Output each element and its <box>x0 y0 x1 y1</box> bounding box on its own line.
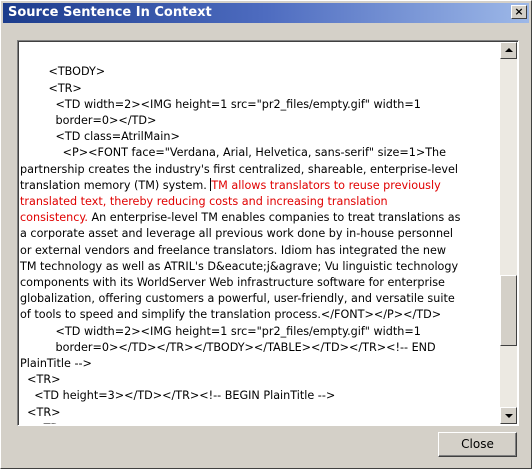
source-line-text: or external vendors and freelance transl… <box>20 243 447 257</box>
source-line-text: border=0></TD></TR></TBODY></TABLE></TD>… <box>20 340 436 354</box>
source-line-text: partnership creates the industry's first… <box>20 162 458 176</box>
source-line-text: <TBODY> <box>20 65 106 79</box>
source-line-text: <TD height=3></TD></TR><!-- BEGIN PlainT… <box>20 389 336 403</box>
scroll-thumb[interactable] <box>500 275 517 346</box>
source-line-text: components with its WorldServer Web infr… <box>20 276 445 290</box>
source-line-text: <TD> <box>20 422 68 424</box>
source-line: TM technology as well as ATRIL's D&eacut… <box>20 259 501 275</box>
source-line-text: border=0></TD> <box>20 114 157 128</box>
source-line-text: PlainTitle --> <box>20 357 92 371</box>
source-line: of tools to speed and simplify the trans… <box>20 307 501 323</box>
source-line-text: An enterprise-level TM enables companies… <box>87 211 461 225</box>
arrow-down-icon <box>505 414 513 418</box>
source-line: border=0></TD></TR></TBODY></TABLE></TD>… <box>20 340 501 356</box>
source-line: consistency. An enterprise-level TM enab… <box>20 210 501 226</box>
vertical-scrollbar[interactable] <box>500 42 517 424</box>
source-line-text: <TD width=2><IMG height=1 src="pr2_files… <box>20 324 421 338</box>
source-line: <P><FONT face="Verdana, Arial, Helvetica… <box>20 145 501 161</box>
source-line: <TD width=2><IMG height=1 src="pr2_files… <box>20 97 501 113</box>
source-text-lines: <TBODY> <TR> <TD width=2><IMG height=1 s… <box>20 64 501 424</box>
source-line: <TBODY> <box>20 64 501 80</box>
source-line: <TR> <box>20 372 501 388</box>
close-button[interactable]: Close <box>438 432 517 457</box>
source-sentence-highlight: TM allows translators to reuse previousl… <box>211 178 441 192</box>
scroll-up-button[interactable] <box>500 42 517 59</box>
source-line-text: TM technology as well as ATRIL's D&eacut… <box>20 259 459 273</box>
source-line: a corporate asset and leverage all previ… <box>20 226 501 242</box>
source-line: <TR> <box>20 405 501 421</box>
source-line: partnership creates the industry's first… <box>20 162 501 178</box>
source-sentence-highlight: consistency. <box>20 211 88 225</box>
source-line-text: <TR> <box>20 81 82 95</box>
source-text-area[interactable]: <TBODY> <TR> <TD width=2><IMG height=1 s… <box>19 42 501 424</box>
source-line: <TD class=AtrilMain> <box>20 129 501 145</box>
source-line: globalization, offering customers a powe… <box>20 291 501 307</box>
source-line: or external vendors and freelance transl… <box>20 243 501 259</box>
source-line: translation memory (TM) system. TM allow… <box>20 177 501 194</box>
source-line: <TD height=3></TD></TR><!-- BEGIN PlainT… <box>20 388 501 404</box>
source-line-text: <TR> <box>20 405 61 419</box>
source-line: border=0></TD> <box>20 113 501 129</box>
source-line-text: <TD class=AtrilMain> <box>20 130 180 144</box>
source-line: <TD width=2><IMG height=1 src="pr2_files… <box>20 324 501 340</box>
source-line-text: <P><FONT face="Verdana, Arial, Helvetica… <box>20 146 446 160</box>
window-title: Source Sentence In Context <box>8 5 212 20</box>
source-line-text: of tools to speed and simplify the trans… <box>20 308 442 322</box>
source-line-text: <TD width=2><IMG height=1 src="pr2_files… <box>20 97 421 111</box>
source-line-text: <TR> <box>20 373 61 387</box>
arrow-up-icon <box>505 48 513 52</box>
source-line: <TD> <box>20 421 501 424</box>
dialog-window: Source Sentence In Context × <TBODY> <TR… <box>0 0 532 469</box>
close-icon[interactable]: × <box>511 5 527 19</box>
source-line-text: translation memory (TM) system. <box>20 178 211 192</box>
source-line: translated text, thereby reducing costs … <box>20 194 501 210</box>
source-sentence-highlight: translated text, thereby reducing costs … <box>20 195 388 209</box>
source-context-textbox[interactable]: <TBODY> <TR> <TD width=2><IMG height=1 s… <box>17 40 519 426</box>
source-line: <TR> <box>20 81 501 97</box>
scroll-down-button[interactable] <box>500 407 517 424</box>
source-line-text: a corporate asset and leverage all previ… <box>20 227 454 241</box>
source-line: PlainTitle --> <box>20 356 501 372</box>
source-line-text: globalization, offering customers a powe… <box>20 292 455 306</box>
source-line: components with its WorldServer Web infr… <box>20 275 501 291</box>
title-bar[interactable]: Source Sentence In Context × <box>3 3 529 23</box>
